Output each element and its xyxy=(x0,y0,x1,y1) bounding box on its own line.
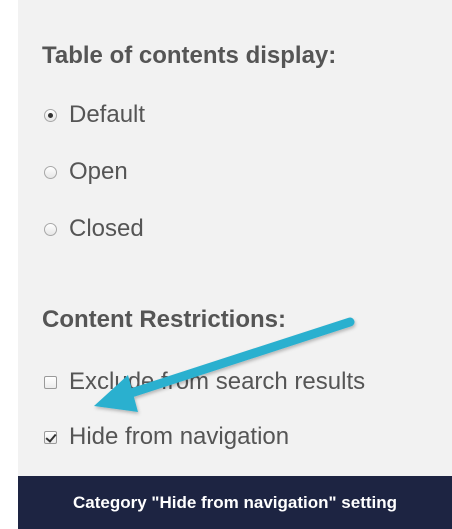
toc-radio-open[interactable] xyxy=(44,165,57,179)
caption-text: Category "Hide from navigation" setting xyxy=(72,492,398,512)
restrictions-heading: Content Restrictions: xyxy=(42,306,287,333)
toc-option-open[interactable]: Open xyxy=(44,157,128,187)
toc-label-closed: Closed xyxy=(69,215,144,242)
toc-radio-closed[interactable] xyxy=(44,222,57,236)
exclude-search-label: Exclude from search results xyxy=(69,368,366,395)
exclude-search-option[interactable]: Exclude from search results xyxy=(44,367,365,397)
caption-bar: Category "Hide from navigation" setting xyxy=(18,476,452,529)
toc-heading: Table of contents display: xyxy=(42,42,337,69)
hide-navigation-option[interactable]: Hide from navigation xyxy=(44,422,289,452)
toc-option-default[interactable]: Default xyxy=(44,100,145,130)
toc-option-closed[interactable]: Closed xyxy=(44,214,144,244)
toc-radio-default[interactable] xyxy=(44,108,57,122)
hide-navigation-label: Hide from navigation xyxy=(69,423,290,450)
toc-label-default: Default xyxy=(69,101,146,128)
hide-navigation-checkbox[interactable] xyxy=(44,430,57,444)
exclude-search-checkbox[interactable] xyxy=(44,375,57,389)
toc-label-open: Open xyxy=(69,158,128,185)
